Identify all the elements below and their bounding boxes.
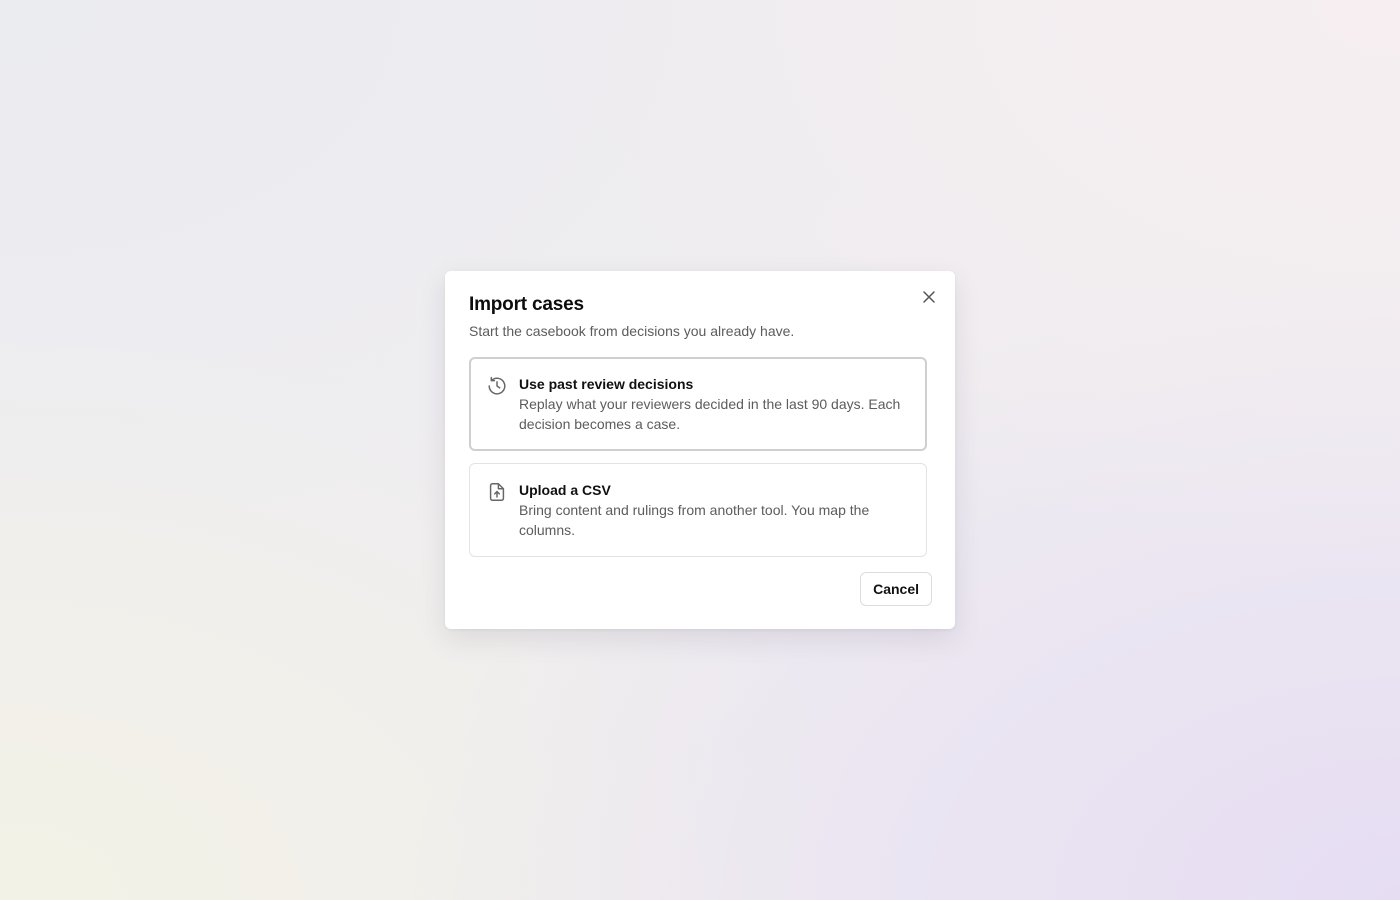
- option-title: Use past review decisions: [519, 376, 694, 392]
- option-past-review-decisions[interactable]: Use past review decisions Replay what yo…: [469, 357, 927, 451]
- cancel-button[interactable]: Cancel: [860, 572, 932, 606]
- import-cases-dialog: Import cases Start the casebook from dec…: [445, 271, 955, 629]
- close-button[interactable]: [919, 287, 939, 307]
- file-upload-icon: [489, 483, 505, 501]
- option-title: Upload a CSV: [519, 482, 611, 498]
- option-description: Replay what your reviewers decided in th…: [519, 396, 901, 432]
- import-options: Use past review decisions Replay what yo…: [469, 357, 931, 557]
- option-upload-csv[interactable]: Upload a CSV Bring content and rulings f…: [469, 463, 927, 557]
- dialog-footer: Cancel: [860, 572, 932, 606]
- option-description: Bring content and rulings from another t…: [519, 502, 870, 538]
- dialog-title: Import cases: [469, 294, 584, 315]
- dialog-subtitle: Start the casebook from decisions you al…: [469, 323, 795, 339]
- close-icon: [923, 291, 935, 303]
- history-icon: [488, 376, 506, 395]
